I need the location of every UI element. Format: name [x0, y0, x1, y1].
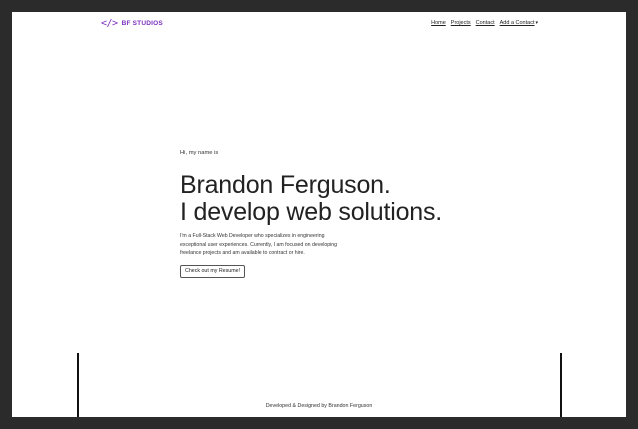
footer-credit: Developed & Designed by Brandon Ferguson	[265, 403, 373, 409]
nav-links: Home Projects Contact Add a Contact▾	[431, 20, 538, 26]
nav-link-home[interactable]: Home	[431, 20, 446, 26]
greeting-text: Hi, my name is	[180, 150, 219, 156]
page: </> BF STUDIOS Home Projects Contact Add…	[12, 12, 626, 417]
code-brackets-icon: </>	[101, 18, 118, 29]
resume-button[interactable]: Check out my Resume!	[180, 264, 246, 278]
nav-dropdown-label: Add a Contact	[499, 20, 535, 26]
brand-name: BF STUDIOS	[121, 20, 163, 27]
hero-title: Brandon Ferguson. I develop web solution…	[180, 172, 520, 226]
hero-title-tagline: I develop web solutions.	[180, 198, 443, 226]
hero-section: Hi, my name is Brandon Ferguson. I devel…	[180, 150, 520, 278]
nav-link-projects[interactable]: Projects	[451, 20, 471, 26]
hero-title-name: Brandon Ferguson.	[180, 171, 391, 199]
chevron-down-icon: ▾	[535, 20, 538, 26]
nav-link-contact[interactable]: Contact	[476, 20, 495, 26]
navbar: </> BF STUDIOS Home Projects Contact Add…	[12, 12, 626, 34]
brand-logo[interactable]: </> BF STUDIOS	[101, 18, 163, 29]
nav-dropdown-add-contact[interactable]: Add a Contact▾	[500, 20, 538, 26]
hero-description: I'm a Full-Stack Web Developer who speci…	[180, 233, 338, 256]
